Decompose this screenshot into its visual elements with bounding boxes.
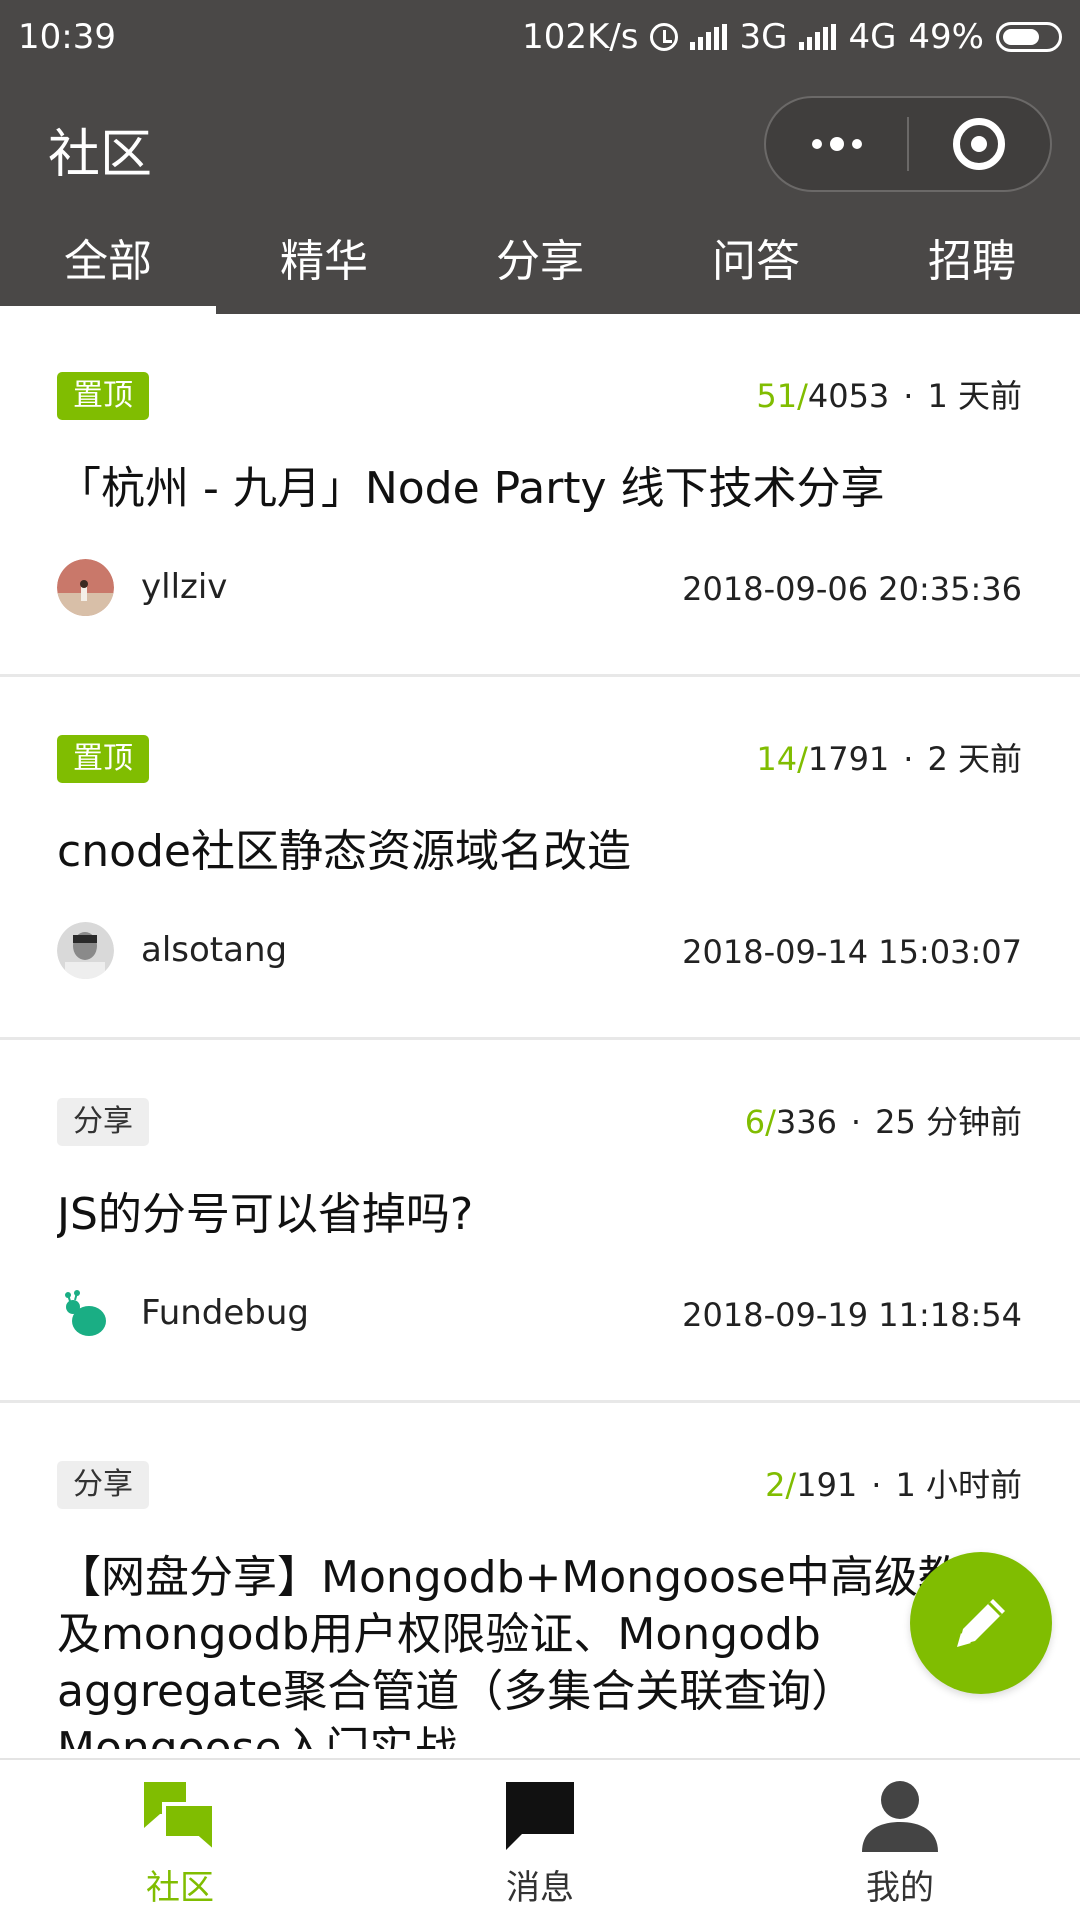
avatar[interactable]: [57, 1285, 114, 1342]
topic-title[interactable]: 「杭州 - 九月」Node Party 线下技术分享: [57, 460, 1017, 518]
topic-stats: 6/336 · 25 分钟前: [744, 1103, 1022, 1141]
time-ago: 2 天前: [927, 740, 1022, 778]
network-type-1: 3G: [739, 17, 788, 57]
author-name[interactable]: yllziv: [141, 564, 227, 610]
topic-item[interactable]: 分享 2/191 · 1 小时前 【网盘分享】Mongodb+Mongoose中高级…: [0, 1403, 1080, 1758]
battery-percent: 49%: [908, 17, 984, 57]
user-icon: [862, 1781, 938, 1852]
time-ago: 1 天前: [927, 377, 1022, 415]
reply-count: 2: [765, 1466, 786, 1504]
topic-stats: 2/191 · 1 小时前: [765, 1466, 1022, 1504]
tabbar-me[interactable]: 我的: [720, 1760, 1080, 1920]
community-icon: [144, 1782, 216, 1854]
tabbar-label: 消息: [506, 1868, 574, 1908]
post-date: 2018-09-14 15:03:07: [682, 933, 1022, 971]
view-count: 191: [796, 1466, 858, 1504]
view-count: 336: [775, 1103, 837, 1141]
view-count: 4053: [807, 377, 890, 415]
tab-share[interactable]: 分享: [432, 214, 648, 314]
bottom-tab-bar: 社区 消息 我的: [0, 1758, 1080, 1920]
signal-icon: [690, 24, 728, 50]
topic-list: 置顶 51/4053 · 1 天前 「杭州 - 九月」Node Party 线下技术…: [0, 314, 1080, 1758]
topic-item[interactable]: 分享 6/336 · 25 分钟前 JS的分号可以省掉吗? Fundebug 201…: [0, 1040, 1080, 1403]
tabbar-community[interactable]: 社区: [0, 1760, 360, 1920]
new-topic-button[interactable]: [910, 1552, 1052, 1694]
share-badge: 分享: [57, 1098, 149, 1146]
view-count: 1791: [807, 740, 890, 778]
author-name[interactable]: alsotang: [141, 927, 287, 973]
topic-stats: 14/1791 · 2 天前: [756, 740, 1022, 778]
net-speed: 102K/s: [522, 17, 639, 57]
pencil-icon: [957, 1599, 1005, 1647]
topic-item[interactable]: 置顶 14/1791 · 2 天前 cnode社区静态资源域名改造 alsotang…: [0, 677, 1080, 1040]
category-tabs: 全部 精华 分享 问答 招聘: [0, 214, 1080, 314]
tabbar-label: 社区: [146, 1868, 214, 1908]
tabbar-messages[interactable]: 消息: [360, 1760, 720, 1920]
topic-stats: 51/4053 · 1 天前: [756, 377, 1022, 415]
mini-program-capsule: [764, 96, 1052, 192]
alarm-icon: [650, 23, 679, 51]
target-icon: [953, 118, 1006, 170]
tab-ask[interactable]: 问答: [648, 214, 864, 314]
avatar[interactable]: [57, 559, 114, 616]
status-time: 10:39: [18, 17, 116, 57]
more-dots-icon: [811, 137, 862, 151]
battery-icon: [996, 22, 1062, 52]
time-ago: 25 分钟前: [875, 1103, 1022, 1141]
post-date: 2018-09-06 20:35:36: [682, 570, 1022, 608]
tabbar-label: 我的: [866, 1868, 934, 1908]
network-type-2: 4G: [848, 17, 897, 57]
topic-title[interactable]: 【网盘分享】Mongodb+Mongoose中高级教程及mongodb用户权限验…: [57, 1549, 1017, 1749]
tab-all[interactable]: 全部: [0, 214, 216, 314]
topic-title[interactable]: cnode社区静态资源域名改造: [57, 823, 1017, 881]
pinned-badge: 置顶: [57, 372, 149, 420]
share-badge: 分享: [57, 1461, 149, 1509]
signal-icon-2: [799, 24, 837, 50]
reply-count: 51: [756, 377, 798, 415]
reply-count: 6: [744, 1103, 766, 1141]
page-title: 社区: [48, 125, 153, 185]
topic-item[interactable]: 置顶 51/4053 · 1 天前 「杭州 - 九月」Node Party 线下技术…: [0, 314, 1080, 677]
status-indicators: 102K/s 3G 4G 49%: [522, 17, 1062, 57]
time-ago: 1 小时前: [895, 1466, 1022, 1504]
post-date: 2018-09-19 11:18:54: [682, 1296, 1022, 1334]
navigation-bar: 社区: [0, 74, 1080, 214]
close-mini-program-button[interactable]: [909, 98, 1050, 190]
avatar[interactable]: [57, 922, 114, 979]
message-icon: [506, 1782, 574, 1850]
status-bar: 10:39 102K/s 3G 4G 49%: [0, 0, 1080, 74]
topic-title[interactable]: JS的分号可以省掉吗?: [57, 1186, 1017, 1244]
tab-job[interactable]: 招聘: [864, 214, 1080, 314]
reply-count: 14: [756, 740, 798, 778]
pinned-badge: 置顶: [57, 735, 149, 783]
author-name[interactable]: Fundebug: [141, 1290, 309, 1336]
more-button[interactable]: [766, 98, 907, 190]
tab-good[interactable]: 精华: [216, 214, 432, 314]
